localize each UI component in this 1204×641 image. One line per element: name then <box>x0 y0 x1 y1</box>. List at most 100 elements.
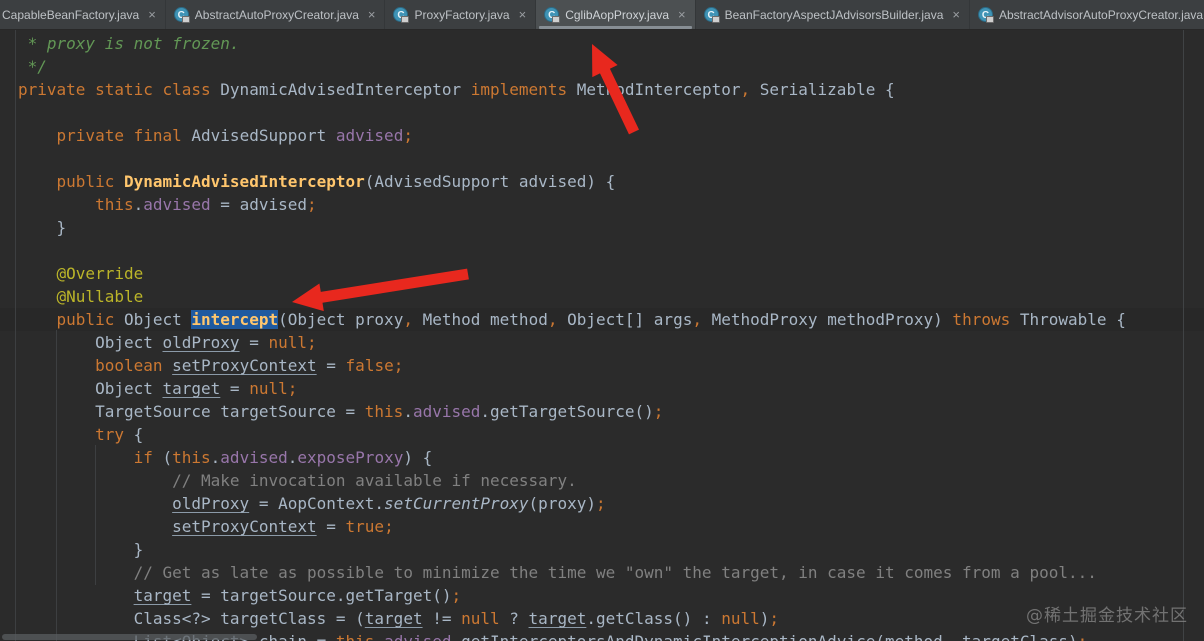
code-line: target = targetSource.getTarget(); <box>0 584 1204 607</box>
code-token: . <box>287 448 298 467</box>
code-line: public Object intercept(Object proxy, Me… <box>0 308 1204 331</box>
code-token: oldProxy <box>172 494 250 513</box>
code-token: false <box>345 356 394 375</box>
horizontal-scrollbar-thumb[interactable] <box>2 634 257 640</box>
tab-CglibAopProxy-java[interactable]: C CglibAopProxy.java × <box>536 0 696 29</box>
code-token: MethodProxy methodProxy) <box>701 310 943 329</box>
code-line: Class<?> targetClass = (target != null ?… <box>0 607 1204 630</box>
code-token: public <box>18 172 115 191</box>
code-line: setProxyContext = true; <box>0 515 1204 538</box>
code-token: . <box>374 632 384 641</box>
tab-label: CglibAopProxy.java <box>565 7 670 22</box>
code-token: ; <box>384 517 394 536</box>
code-token: try <box>18 425 124 444</box>
java-class-icon: C <box>978 7 994 23</box>
code-token: this <box>364 402 404 421</box>
code-token: ; <box>769 609 780 628</box>
close-icon[interactable]: × <box>677 8 687 21</box>
code-token: DynamicAdvisedInterceptor <box>210 80 471 99</box>
code-token: TargetSource targetSource = <box>18 402 365 421</box>
code-line: TargetSource targetSource = this.advised… <box>0 400 1204 423</box>
code-token: advised <box>220 448 288 467</box>
close-icon[interactable]: × <box>367 8 377 21</box>
code-token: Object[] args <box>557 310 693 329</box>
code-token: if <box>18 448 153 467</box>
code-line: this.advised = advised; <box>0 193 1204 216</box>
tab-AbstractAdvisorAutoProxyCreator-java[interactable]: CAbstractAdvisorAutoProxyCreator.java× <box>970 0 1204 29</box>
code-line: try { <box>0 423 1204 446</box>
code-line: oldProxy = AopContext.setCurrentProxy(pr… <box>0 492 1204 515</box>
code-line: Object target = null; <box>0 377 1204 400</box>
tab-AbstractAutoProxyCreator-java[interactable]: C AbstractAutoProxyCreator.java × <box>166 0 386 29</box>
code-token: setProxyContext <box>172 517 317 536</box>
code-line: */ <box>0 55 1204 78</box>
code-line: // Get as late as possible to minimize t… <box>0 561 1204 584</box>
code-token: ) <box>759 609 770 628</box>
code-token: ( <box>152 448 173 467</box>
code-editor[interactable]: * proxy is not frozen. */ private static … <box>0 30 1204 641</box>
right-margin-guide <box>1183 30 1184 641</box>
code-token: = <box>316 356 346 375</box>
close-icon[interactable]: × <box>147 8 157 21</box>
code-token: setCurrentProxy <box>384 494 529 513</box>
close-icon[interactable]: × <box>518 8 528 21</box>
code-token: * proxy is not frozen. <box>18 34 240 53</box>
code-token: advised <box>335 126 404 145</box>
code-line: @Nullable <box>0 285 1204 308</box>
code-token: Method method <box>412 310 548 329</box>
code-line: * proxy is not frozen. <box>0 32 1204 55</box>
tab-label: CapableBeanFactory.java <box>2 7 140 22</box>
code-token: this <box>336 632 375 641</box>
code-token: public <box>18 310 115 329</box>
code-line: } <box>0 538 1204 561</box>
code-token: Object <box>18 379 163 398</box>
code-token: = AopContext. <box>249 494 385 513</box>
code-line: @Override <box>0 262 1204 285</box>
code-token: null <box>249 379 288 398</box>
code-line: Object oldProxy = null; <box>0 331 1204 354</box>
code-token: } <box>18 218 67 237</box>
code-token: .getTargetSource() <box>480 402 654 421</box>
watermark: @稀土掘金技术社区 <box>1026 606 1188 626</box>
code-token: // Get as late as possible to minimize t… <box>18 563 1097 582</box>
code-token: != <box>422 609 462 628</box>
code-token: . <box>210 448 221 467</box>
tab-ProxyFactory-java[interactable]: C ProxyFactory.java × <box>385 0 537 29</box>
code-token: , <box>403 310 413 329</box>
code-token: . <box>403 402 413 421</box>
code-token: // Make invocation available if necessar… <box>18 471 577 490</box>
close-icon[interactable]: × <box>951 8 961 21</box>
code-token: = advised <box>210 195 307 214</box>
code-token: .getInterceptorsAndDynamicInterceptionAd… <box>452 632 1078 641</box>
code-token: = <box>220 379 250 398</box>
code-line: public DynamicAdvisedInterceptor(Advised… <box>0 170 1204 193</box>
code-token: , <box>740 80 751 99</box>
code-token: AdvisedSupport <box>181 126 336 145</box>
code-token: ) { <box>403 448 433 467</box>
code-token: this <box>18 195 134 214</box>
code-token: null <box>268 333 307 352</box>
code-token: Serializable { <box>750 80 895 99</box>
editor-tab-bar: CapableBeanFactory.java × C AbstractAutoPro… <box>0 0 1204 30</box>
code-token: setProxyContext <box>172 356 317 375</box>
code-token: */ <box>18 57 47 76</box>
code-line: } <box>0 216 1204 239</box>
tab-label: AbstractAdvisorAutoProxyCreator.java <box>999 7 1204 22</box>
ide-window: CapableBeanFactory.java × C AbstractAutoPro… <box>0 0 1204 641</box>
code-token: ; <box>1078 632 1088 641</box>
code-token: true <box>345 517 385 536</box>
code-token: ; <box>393 356 404 375</box>
code-token: ; <box>595 494 606 513</box>
code-token: boolean <box>18 356 163 375</box>
code-token: @Override <box>18 264 144 283</box>
code-token: advised <box>143 195 211 214</box>
code-token: , <box>692 310 702 329</box>
tab-BeanFactoryAspectJAdvisorsBuilder-java[interactable]: C BeanFactoryAspectJAdvisorsBuilder.java × <box>696 0 970 29</box>
code-token: (proxy) <box>528 494 596 513</box>
tab-CapableBeanFactory-java[interactable]: CapableBeanFactory.java × <box>0 0 166 29</box>
gutter-separator <box>15 30 16 641</box>
